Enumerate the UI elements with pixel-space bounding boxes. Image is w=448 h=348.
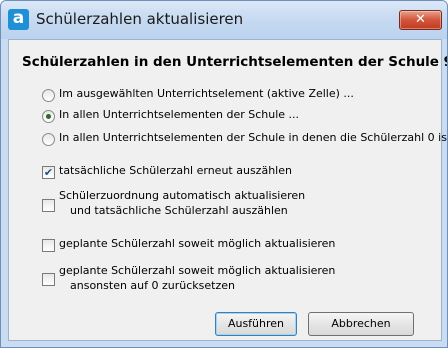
- checkbox-planned-reset-label-line2[interactable]: ansonsten auf 0 zurücksetzen: [70, 279, 235, 292]
- dialog-window: a Schülerzahlen aktualisieren ✕ Schülerz…: [0, 0, 448, 348]
- radio-zero-count-label[interactable]: In allen Unterrichtselementen der Schule…: [59, 131, 447, 144]
- title-bar[interactable]: a Schülerzahlen aktualisieren ✕: [1, 1, 447, 39]
- checkbox-planned-reset-label-line1[interactable]: geplante Schülerzahl soweit möglich aktu…: [59, 264, 335, 277]
- checkbox-auto-assign-label-line1[interactable]: Schülerzuordnung automatisch aktualisier…: [59, 189, 305, 202]
- radio-active-cell-label[interactable]: Im ausgewählten Unterrichtselement (akti…: [59, 87, 354, 100]
- window-title: Schülerzahlen aktualisieren: [36, 10, 244, 28]
- radio-all-elements[interactable]: [42, 110, 55, 123]
- dialog-heading: Schülerzahlen in den Unterrichtselemente…: [22, 54, 448, 70]
- cancel-button[interactable]: Abbrechen: [308, 312, 414, 336]
- checkbox-auto-assign[interactable]: [42, 199, 55, 212]
- checkmark-icon: ✔: [43, 166, 54, 179]
- checkbox-auto-assign-label-line2[interactable]: und tatsächliche Schülerzahl auszählen: [70, 204, 288, 217]
- checkbox-planned-update-label[interactable]: geplante Schülerzahl soweit möglich aktu…: [59, 237, 335, 250]
- radio-active-cell[interactable]: [42, 89, 55, 102]
- checkbox-planned-reset[interactable]: [42, 273, 55, 286]
- app-logo-icon: a: [8, 9, 29, 30]
- run-button[interactable]: Ausführen: [215, 312, 297, 336]
- checkbox-planned-update[interactable]: [42, 239, 55, 252]
- close-button[interactable]: ✕: [399, 10, 442, 30]
- checkbox-recount-actual-label[interactable]: tatsächliche Schülerzahl erneut auszähle…: [59, 164, 292, 177]
- close-icon: ✕: [415, 12, 426, 27]
- checkbox-recount-actual[interactable]: ✔: [42, 166, 55, 179]
- radio-all-elements-label[interactable]: In allen Unterrichtselementen der Schule…: [59, 108, 299, 121]
- dialog-content: Schülerzahlen in den Unterrichtselemente…: [8, 39, 447, 341]
- radio-zero-count[interactable]: [42, 133, 55, 146]
